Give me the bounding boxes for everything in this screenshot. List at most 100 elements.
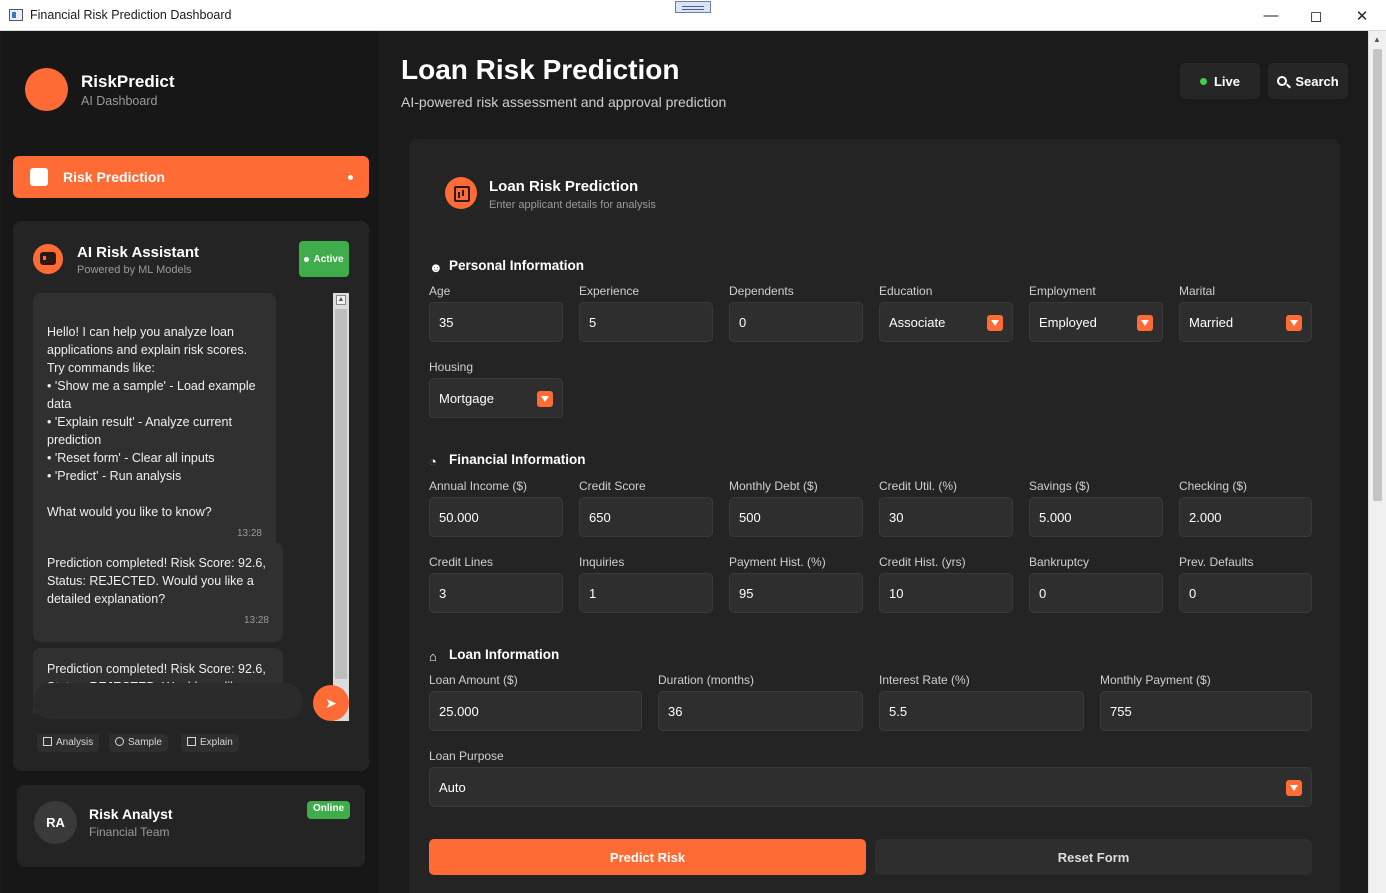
checking-label: Checking ($): [1179, 479, 1248, 493]
maximize-button[interactable]: ◻: [1293, 0, 1339, 31]
credit-hist-input[interactable]: 10: [879, 573, 1013, 613]
interest-rate-input[interactable]: 5.5: [879, 691, 1084, 731]
section-personal-heading: ☻ Personal Information: [429, 258, 584, 275]
payment-hist-input[interactable]: 95: [729, 573, 863, 613]
person-icon: ☻: [429, 260, 443, 275]
bank-icon: ⌂: [429, 649, 437, 664]
experience-label: Experience: [579, 284, 640, 298]
payment-hist-label: Payment Hist. (%): [729, 555, 826, 569]
robot-icon: [33, 244, 63, 274]
user-profile-card[interactable]: RA Risk Analyst Financial Team Online: [17, 785, 365, 867]
assistant-subtitle: Powered by ML Models: [77, 264, 192, 276]
annual-income-input[interactable]: 50.000: [429, 497, 563, 537]
send-icon: ➤: [325, 694, 337, 711]
interest-rate-label: Interest Rate (%): [879, 673, 970, 687]
snap-grip-icon[interactable]: [675, 1, 711, 13]
assistant-title: AI Risk Assistant: [77, 244, 199, 261]
loan-amount-input[interactable]: 25.000: [429, 691, 642, 731]
scroll-up-icon[interactable]: ▲: [1373, 35, 1381, 44]
age-input[interactable]: 35: [429, 302, 563, 342]
prev-defaults-input[interactable]: 0: [1179, 573, 1312, 613]
credit-hist-label: Credit Hist. (yrs): [879, 555, 966, 569]
search-icon: [1277, 76, 1288, 86]
quick-action-sample[interactable]: Sample: [109, 734, 168, 752]
nav-square-icon: [30, 168, 48, 186]
employment-value: Employed: [1039, 314, 1097, 330]
window-titlebar: Financial Risk Prediction Dashboard — ◻ …: [0, 0, 1386, 31]
scroll-thumb[interactable]: [335, 309, 347, 679]
window-title: Financial Risk Prediction Dashboard: [30, 8, 232, 22]
chat-message: Prediction completed! Risk Score: 92.6, …: [33, 542, 283, 642]
status-badge: Active: [299, 241, 349, 277]
user-team: Financial Team: [89, 825, 170, 839]
experience-input[interactable]: 5: [579, 302, 713, 342]
close-button[interactable]: ✕: [1339, 0, 1385, 31]
housing-label: Housing: [429, 360, 474, 374]
credit-lines-label: Credit Lines: [429, 555, 494, 569]
avatar: RA: [34, 801, 77, 844]
search-button[interactable]: Search: [1268, 63, 1348, 99]
dependents-label: Dependents: [729, 284, 794, 298]
monthly-payment-input[interactable]: 755: [1100, 691, 1312, 731]
education-select[interactable]: Associate: [879, 302, 1013, 342]
reset-form-button[interactable]: Reset Form: [875, 839, 1312, 875]
quick-action-analysis[interactable]: Analysis: [37, 734, 100, 752]
calculator-icon: [187, 737, 196, 746]
section-title: Loan Information: [449, 647, 560, 662]
savings-label: Savings ($): [1029, 479, 1090, 493]
monthly-debt-input[interactable]: 500: [729, 497, 863, 537]
chat-message-time: 13:28: [243, 615, 269, 626]
panel-subtitle: Enter applicant details for analysis: [489, 199, 656, 211]
chat-input[interactable]: [33, 683, 303, 719]
quick-action-label: Explain: [200, 737, 233, 748]
minimize-button[interactable]: —: [1248, 0, 1294, 31]
dependents-input[interactable]: 0: [729, 302, 863, 342]
online-badge: Online: [307, 801, 351, 819]
chat-messages[interactable]: Hello! I can help you analyze loan appli…: [33, 293, 333, 713]
prev-defaults-label: Prev. Defaults: [1179, 555, 1254, 569]
nav-item-risk-prediction[interactable]: Risk Prediction: [13, 156, 369, 198]
loan-purpose-value: Auto: [439, 779, 466, 795]
chat-message-text: Hello! I can help you analyze loan appli…: [47, 325, 256, 519]
chat-message-text: Prediction completed! Risk Score: 92.6, …: [47, 556, 266, 606]
chat-message: Hello! I can help you analyze loan appli…: [33, 293, 276, 573]
active-indicator-dot: [348, 175, 353, 180]
section-title: Financial Information: [449, 452, 586, 467]
credit-lines-input[interactable]: 3: [429, 573, 563, 613]
credit-score-input[interactable]: 650: [579, 497, 713, 537]
bankruptcy-input[interactable]: 0: [1029, 573, 1163, 613]
checking-input[interactable]: 2.000: [1179, 497, 1312, 537]
search-label: Search: [1295, 73, 1339, 89]
loan-purpose-select[interactable]: Auto: [429, 767, 1312, 807]
prediction-form-panel: Loan Risk Prediction Enter applicant det…: [409, 139, 1340, 893]
ai-assistant-panel: AI Risk Assistant Powered by ML Models A…: [13, 221, 369, 771]
quick-action-label: Sample: [128, 737, 162, 748]
savings-input[interactable]: 5.000: [1029, 497, 1163, 537]
page-subtitle: AI-powered risk assessment and approval …: [401, 94, 727, 110]
scroll-up-icon[interactable]: ▲: [336, 295, 346, 305]
quick-action-explain[interactable]: Explain: [181, 734, 239, 752]
employment-select[interactable]: Employed: [1029, 302, 1163, 342]
duration-input[interactable]: 36: [658, 691, 863, 731]
live-button[interactable]: Live: [1180, 63, 1260, 99]
send-button[interactable]: ➤: [313, 685, 349, 721]
inquiries-input[interactable]: 1: [579, 573, 713, 613]
page-scroll-thumb[interactable]: [1373, 49, 1382, 501]
logo-icon: [25, 68, 68, 111]
chart-icon: [445, 177, 477, 209]
panel-title: Loan Risk Prediction: [489, 178, 639, 195]
page-scrollbar[interactable]: ▲: [1368, 31, 1386, 893]
bankruptcy-label: Bankruptcy: [1029, 555, 1090, 569]
predict-risk-button[interactable]: Predict Risk: [429, 839, 866, 875]
marital-value: Married: [1189, 314, 1234, 330]
chevron-down-icon: [1286, 780, 1302, 796]
nav-item-label: Risk Prediction: [63, 169, 165, 185]
marital-select[interactable]: Married: [1179, 302, 1312, 342]
chat-scrollbar[interactable]: ▲: [333, 293, 349, 721]
education-label: Education: [879, 284, 933, 298]
credit-score-label: Credit Score: [579, 479, 646, 493]
monthly-debt-label: Monthly Debt ($): [729, 479, 818, 493]
credit-util-input[interactable]: 30: [879, 497, 1013, 537]
housing-select[interactable]: Mortgage: [429, 378, 563, 418]
chevron-down-icon: [987, 315, 1003, 331]
